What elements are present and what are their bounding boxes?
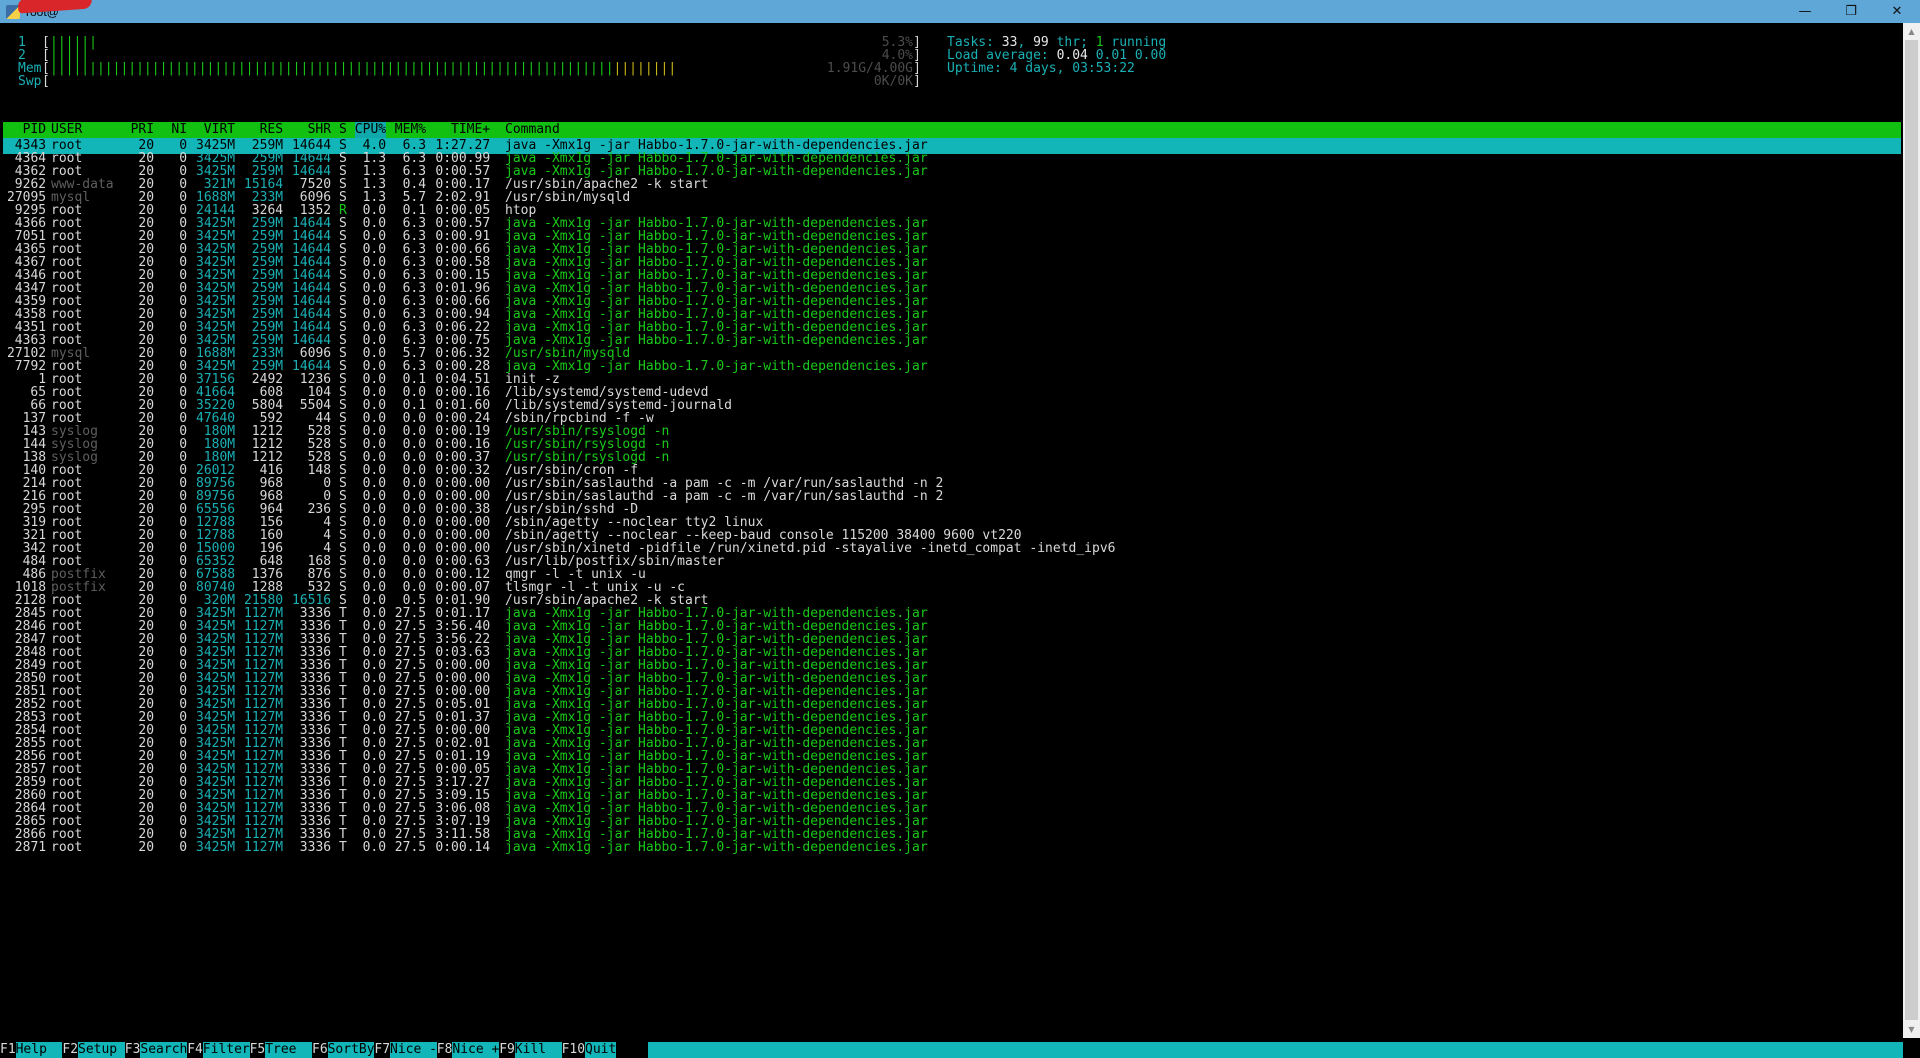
meter-swp: Swp[0K/0K] — [0, 74, 925, 90]
process-pid: 2871 — [14, 840, 47, 855]
column-header-res[interactable]: RES — [260, 122, 283, 138]
fkey-label-f10[interactable]: Quit — [585, 1042, 617, 1058]
fkey-f8[interactable]: F8 — [436, 1042, 453, 1058]
column-header-shr[interactable]: SHR — [308, 122, 331, 138]
process-cpu: 0.0 — [362, 840, 387, 855]
fkey-label-f1[interactable]: Help — [15, 1042, 63, 1058]
footer-fill — [648, 1042, 1903, 1058]
fkey-f4[interactable]: F4 — [187, 1042, 203, 1058]
column-header-pid[interactable]: PID — [23, 122, 46, 138]
meter-value: 0K/0K — [873, 74, 913, 89]
fkey-f7[interactable]: F7 — [374, 1042, 391, 1058]
column-header-user[interactable]: USER — [51, 122, 82, 138]
process-mem: 27.5 — [394, 840, 427, 855]
process-res: 1127M — [244, 840, 284, 855]
meter-label: Swp — [18, 74, 42, 89]
uptime: Uptime: 4 days, 03:53:22 — [947, 61, 1135, 76]
column-header-time[interactable]: TIME+ — [451, 122, 490, 138]
process-virt: 3425M — [196, 840, 236, 855]
fkey-label-f6[interactable]: SortBy — [327, 1042, 375, 1058]
column-header-command[interactable]: Command — [505, 122, 560, 138]
process-command: java -Xmx1g -jar Habbo-1.7.0-jar-with-de… — [505, 840, 928, 855]
column-header-mem[interactable]: MEM% — [395, 122, 426, 138]
fkey-f3[interactable]: F3 — [124, 1042, 141, 1058]
window-titlebar: root@ — ❐ ✕ — [0, 0, 1920, 23]
fkey-f5[interactable]: F5 — [249, 1042, 266, 1058]
process-shr: 3336 — [299, 840, 332, 855]
column-header-ni[interactable]: NI — [171, 122, 187, 138]
terminal-area[interactable]: 1[|||||| 5.3%] 2[||||| 4.0%] Mem[|||||||||||… — [0, 23, 1903, 1058]
scroll-down-icon[interactable]: ▼ — [1903, 1021, 1920, 1038]
fkey-label-f7[interactable]: Nice - — [390, 1042, 437, 1058]
process-state: T — [339, 840, 347, 855]
process-ni: 0 — [179, 840, 188, 855]
column-header: PID USER PRI NI VIRT RES SHR S CPU% MEM% TIME+ Comm… — [3, 122, 1901, 138]
function-key-bar: F1 Help F2 Setup F3 Search F4 Filter F5 Tree F6… — [0, 1042, 1903, 1058]
scrollbar[interactable]: ▲ ▼ — [1903, 23, 1920, 1038]
column-header-virt[interactable]: VIRT — [204, 122, 235, 138]
column-header-state[interactable]: S — [339, 122, 347, 138]
fkey-label-f8[interactable]: Nice + — [452, 1042, 500, 1058]
column-header-cpu[interactable]: CPU% — [354, 122, 387, 138]
process-pri: 20 — [138, 840, 155, 855]
scrollbar-thumb[interactable] — [1905, 40, 1918, 1020]
close-icon[interactable]: ✕ — [1874, 0, 1920, 23]
fkey-f9[interactable]: F9 — [499, 1042, 515, 1058]
fkey-f2[interactable]: F2 — [62, 1042, 79, 1058]
fkey-f10[interactable]: F10 — [561, 1042, 586, 1058]
column-header-pri[interactable]: PRI — [131, 122, 154, 138]
meter-bracket: ] — [913, 74, 921, 89]
restore-icon[interactable]: ❐ — [1828, 0, 1874, 23]
minimize-icon[interactable]: — — [1782, 0, 1828, 23]
process-time: 0:00.14 — [435, 840, 491, 855]
fkey-label-f5[interactable]: Tree — [265, 1042, 313, 1058]
fkey-label-f2[interactable]: Setup — [78, 1042, 125, 1058]
fkey-label-f3[interactable]: Search — [140, 1042, 188, 1058]
meter-bracket: [ — [42, 74, 50, 89]
fkey-label-f4[interactable]: Filter — [202, 1042, 250, 1058]
fkey-f6[interactable]: F6 — [312, 1042, 328, 1058]
process-user: root — [51, 840, 83, 855]
scroll-up-icon[interactable]: ▲ — [1903, 23, 1920, 40]
fkey-f1[interactable]: F1 — [0, 1042, 16, 1058]
process-row[interactable]: 2871 root 20 0 3425M 1127M 3336 T 0.0 27.5 0:00.14… — [3, 840, 1901, 856]
fkey-label-f9[interactable]: Kill — [514, 1042, 562, 1058]
